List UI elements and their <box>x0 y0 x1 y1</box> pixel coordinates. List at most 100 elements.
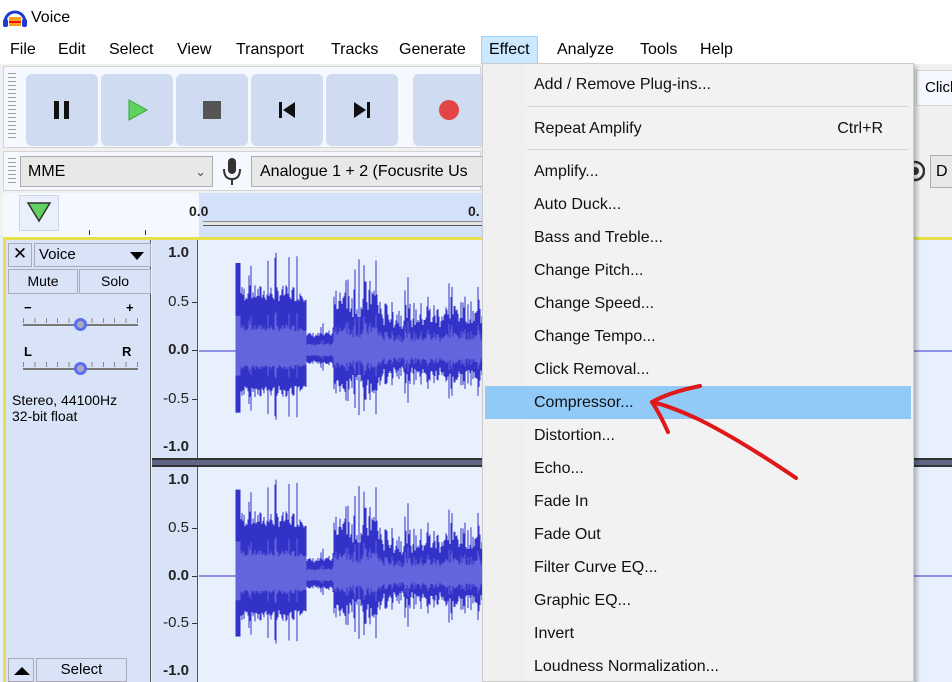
effect-menu-item-repeat-amplify[interactable]: Repeat Amplify Ctrl+R <box>485 112 911 145</box>
collapse-arrow-icon <box>14 667 30 675</box>
effect-menu-item-change-tempo[interactable]: Change Tempo... <box>485 320 911 353</box>
effect-menu-item-change-pitch[interactable]: Change Pitch... <box>485 254 911 287</box>
menu-item-label: Repeat Amplify <box>534 120 642 137</box>
skip-to-start-button[interactable] <box>251 74 323 146</box>
effect-menu-item-click-removal[interactable]: Click Removal... <box>485 353 911 386</box>
skip-to-end-button[interactable] <box>326 74 398 146</box>
menu-item-label: Change Speed... <box>534 295 655 312</box>
menu-item-label: Change Tempo... <box>534 328 656 345</box>
toolbar-grip[interactable] <box>8 158 16 184</box>
menu-help[interactable]: Help <box>693 36 740 64</box>
gain-slider-thumb[interactable] <box>74 318 87 331</box>
select-track-button[interactable]: Select <box>36 658 127 682</box>
amplitude-label: 0.5 <box>168 518 189 536</box>
effect-menu-item-fade-in[interactable]: Fade In <box>485 485 911 518</box>
playback-device-select[interactable]: D <box>930 155 952 188</box>
menu-item-label: Add / Remove Plug-ins... <box>534 76 711 93</box>
menu-item-label: Invert <box>534 625 575 642</box>
menu-generate[interactable]: Generate <box>392 36 473 64</box>
play-button[interactable] <box>101 74 173 146</box>
gain-min-label: − <box>24 300 32 315</box>
track-name-menu[interactable]: Voice <box>34 243 151 267</box>
pause-button[interactable] <box>26 74 98 146</box>
pan-left-label: L <box>24 344 32 359</box>
amplitude-tick <box>192 575 197 577</box>
pause-icon <box>54 101 69 119</box>
menu-separator <box>527 106 909 107</box>
amplitude-label: -1.0 <box>163 438 189 455</box>
collapse-track-button[interactable] <box>8 658 34 682</box>
record-icon <box>439 100 459 120</box>
gain-max-label: + <box>126 300 134 315</box>
menu-view[interactable]: View <box>170 36 218 64</box>
effect-menu-item-distortion[interactable]: Distortion... <box>485 419 911 452</box>
skip-end-icon <box>354 102 370 118</box>
window-title: Voice <box>31 9 71 26</box>
menu-analyze[interactable]: Analyze <box>550 36 621 64</box>
menu-transport[interactable]: Transport <box>229 36 311 64</box>
effect-menu-item-fade-out[interactable]: Fade Out <box>485 518 911 551</box>
audio-host-select[interactable]: MME ⌄ <box>20 156 213 187</box>
menu-file[interactable]: File <box>3 36 43 64</box>
close-track-button[interactable]: ✕ <box>8 243 32 267</box>
menu-item-label: Amplify... <box>534 163 599 180</box>
dropdown-arrow-icon <box>130 252 144 260</box>
toolbar-grip[interactable] <box>8 73 16 141</box>
menu-effect[interactable]: Effect <box>481 36 538 64</box>
effect-menu-item-filter-curve-eq[interactable]: Filter Curve EQ... <box>485 551 911 584</box>
effect-menu-item-auto-duck[interactable]: Auto Duck... <box>485 188 911 221</box>
menu-item-label: Click Removal... <box>534 361 650 378</box>
effect-menu-item-invert[interactable]: Invert <box>485 617 911 650</box>
menu-tools[interactable]: Tools <box>633 36 684 64</box>
device-toolbar: MME ⌄ Analogue 1 + 2 (Focusrite Us <box>3 151 491 191</box>
track-rate-info: Stereo, 44100Hz <box>12 392 118 408</box>
play-head-triangle-icon <box>26 202 52 223</box>
effect-menu-item-graphic-eq[interactable]: Graphic EQ... <box>485 584 911 617</box>
amplitude-ruler-left-channel[interactable]: 1.0 0.5 0.0 -0.5 -1.0 <box>152 240 198 458</box>
effect-menu-item-amplify[interactable]: Amplify... <box>485 155 911 188</box>
menu-item-shortcut: Ctrl+R <box>837 120 883 137</box>
amplitude-tick <box>192 301 197 303</box>
menu-item-label: Graphic EQ... <box>534 592 631 609</box>
effect-menu-item-loudness-normalization[interactable]: Loudness Normalization... <box>485 650 911 682</box>
ruler-label: 0.0 <box>189 203 209 219</box>
amplitude-tick <box>192 623 197 625</box>
amplitude-label: 0.0 <box>168 566 189 584</box>
ruler-tick <box>89 230 90 235</box>
title-bar: Voice <box>0 0 952 36</box>
microphone-icon <box>223 158 241 185</box>
effect-menu-item-echo[interactable]: Echo... <box>485 452 911 485</box>
track-control-panel: ✕ Voice Mute Solo − + L R Stereo, 44100H… <box>6 240 151 682</box>
amplitude-label: 1.0 <box>168 471 189 488</box>
track-name: Voice <box>39 246 76 263</box>
solo-button[interactable]: Solo <box>79 269 151 294</box>
amplitude-ruler-right-channel[interactable]: 1.0 0.5 0.0 -0.5 -1.0 <box>152 467 198 682</box>
amplitude-label: -0.5 <box>163 389 189 407</box>
menu-item-label: Auto Duck... <box>534 196 622 213</box>
menu-tracks[interactable]: Tracks <box>324 36 385 64</box>
effect-dropdown-menu: Add / Remove Plug-ins... Repeat Amplify Ct… <box>482 63 914 682</box>
effect-menu-item-change-speed[interactable]: Change Speed... <box>485 287 911 320</box>
amplitude-label: 0.0 <box>168 341 189 358</box>
recording-device-select[interactable]: Analogue 1 + 2 (Focusrite Us <box>251 156 491 187</box>
menu-select[interactable]: Select <box>102 36 160 64</box>
amplitude-tick <box>192 398 197 400</box>
effect-menu-item-compressor[interactable]: Compressor... <box>485 386 911 419</box>
mute-button[interactable]: Mute <box>8 269 78 294</box>
amplitude-label: -1.0 <box>163 662 189 679</box>
stop-button[interactable] <box>176 74 248 146</box>
play-head-button[interactable] <box>19 195 59 231</box>
audacity-logo-icon <box>3 10 27 27</box>
effect-menu-item-bass-and-treble[interactable]: Bass and Treble... <box>485 221 911 254</box>
menu-item-label: Filter Curve EQ... <box>534 559 658 576</box>
effect-menu-item-add-remove-plug-ins[interactable]: Add / Remove Plug-ins... <box>485 68 911 101</box>
record-button[interactable] <box>413 74 485 146</box>
play-icon <box>128 99 149 121</box>
amplitude-label: 0.5 <box>168 292 189 310</box>
menu-item-label: Echo... <box>534 460 584 477</box>
menu-edit[interactable]: Edit <box>51 36 93 64</box>
ruler-tick <box>145 230 146 235</box>
pan-slider-thumb[interactable] <box>74 362 87 375</box>
amplitude-label: 1.0 <box>168 244 189 261</box>
menu-separator <box>527 149 909 150</box>
